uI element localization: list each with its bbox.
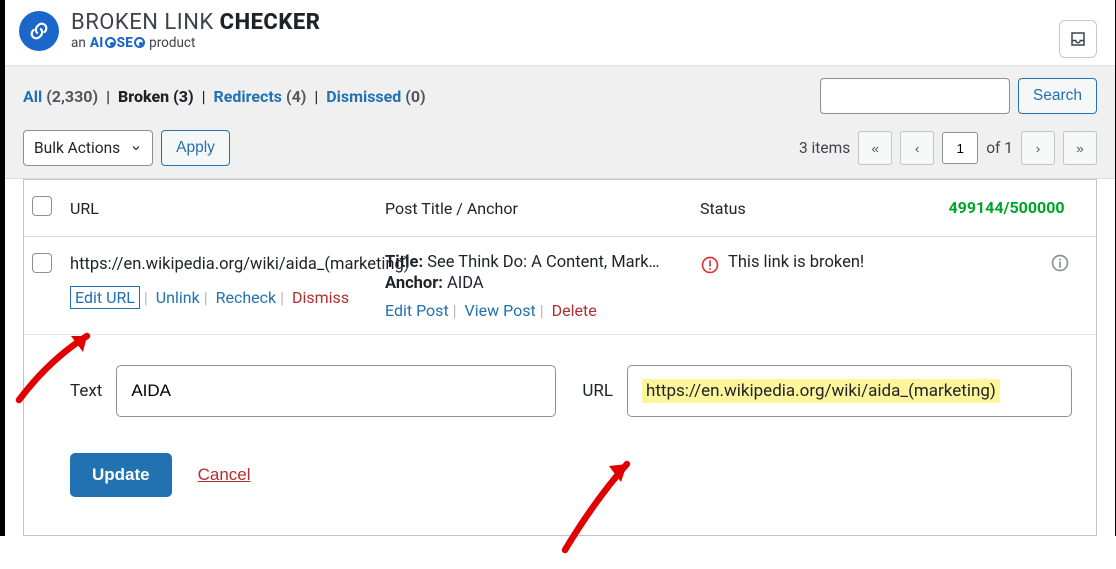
logo-icon: [19, 11, 59, 51]
update-button[interactable]: Update: [70, 453, 172, 497]
links-table: URL Post Title / Anchor Status 499144/50…: [23, 179, 1097, 536]
warning-icon: [700, 255, 720, 280]
select-all-checkbox[interactable]: [32, 196, 52, 216]
page-next-button[interactable]: ›: [1021, 131, 1055, 165]
column-post[interactable]: Post Title / Anchor: [385, 199, 700, 218]
info-icon[interactable]: [1050, 253, 1070, 278]
page-first-button[interactable]: «: [858, 131, 892, 165]
column-status[interactable]: Status: [700, 199, 935, 218]
dismiss-link[interactable]: Dismiss: [292, 288, 349, 307]
items-count: 3 items: [799, 139, 850, 157]
unlink-link[interactable]: Unlink: [156, 288, 200, 307]
page-number-input[interactable]: [942, 132, 978, 164]
row-url-actions: Edit URL| Unlink| Recheck| Dismiss: [70, 286, 363, 310]
brand-title: BROKEN LINK CHECKER: [71, 10, 320, 35]
bulk-actions-select[interactable]: Bulk Actions: [23, 130, 153, 166]
row-checkbox[interactable]: [32, 253, 52, 273]
edit-text-input[interactable]: [116, 365, 556, 417]
edit-url-label: URL: [582, 381, 613, 401]
chevron-down-icon: [130, 142, 142, 154]
filter-all[interactable]: All (2,330): [23, 87, 98, 106]
filter-redirects[interactable]: Redirects (4): [214, 87, 307, 106]
edit-post-link[interactable]: Edit Post: [385, 301, 449, 320]
row-anchor: Anchor: AIDA: [385, 274, 700, 293]
tray-button[interactable]: [1059, 20, 1097, 58]
row-post-actions: Edit Post| View Post| Delete: [385, 301, 700, 320]
filter-links: All (2,330) | Broken (3) | Redirects (4)…: [23, 87, 426, 106]
view-post-link[interactable]: View Post: [465, 301, 536, 320]
edit-url-link[interactable]: Edit URL: [70, 286, 140, 309]
search-button[interactable]: Search: [1018, 78, 1097, 114]
filter-dismissed[interactable]: Dismissed (0): [326, 87, 425, 106]
apply-button[interactable]: Apply: [161, 130, 230, 166]
page-prev-button[interactable]: ‹: [900, 131, 934, 165]
edit-text-label: Text: [70, 381, 102, 401]
row-title: Title: See Think Do: A Content, Mark…: [385, 253, 700, 272]
app-header: BROKEN LINK CHECKER an AISE product: [5, 0, 1115, 65]
page-last-button[interactable]: »: [1063, 131, 1097, 165]
delete-link[interactable]: Delete: [552, 301, 597, 320]
row-url: https://en.wikipedia.org/wiki/aida_(mark…: [70, 253, 363, 278]
search-input[interactable]: [820, 78, 1010, 114]
row-status: This link is broken!: [728, 253, 864, 272]
page-of-label: of 1: [986, 139, 1013, 157]
brand-subtitle: an AISE product: [71, 35, 320, 51]
edit-url-input[interactable]: https://en.wikipedia.org/wiki/aida_(mark…: [642, 379, 1000, 403]
quota-counter: 499144/500000: [935, 198, 1090, 217]
edit-url-panel: Text URL https://en.wikipedia.org/wiki/a…: [24, 335, 1096, 535]
cancel-link[interactable]: Cancel: [198, 465, 251, 485]
filter-broken[interactable]: Broken (3): [118, 87, 194, 106]
table-row: https://en.wikipedia.org/wiki/aida_(mark…: [24, 237, 1096, 335]
pagination: 3 items « ‹ of 1 › »: [799, 131, 1097, 165]
column-url[interactable]: URL: [70, 199, 385, 218]
recheck-link[interactable]: Recheck: [216, 288, 277, 307]
